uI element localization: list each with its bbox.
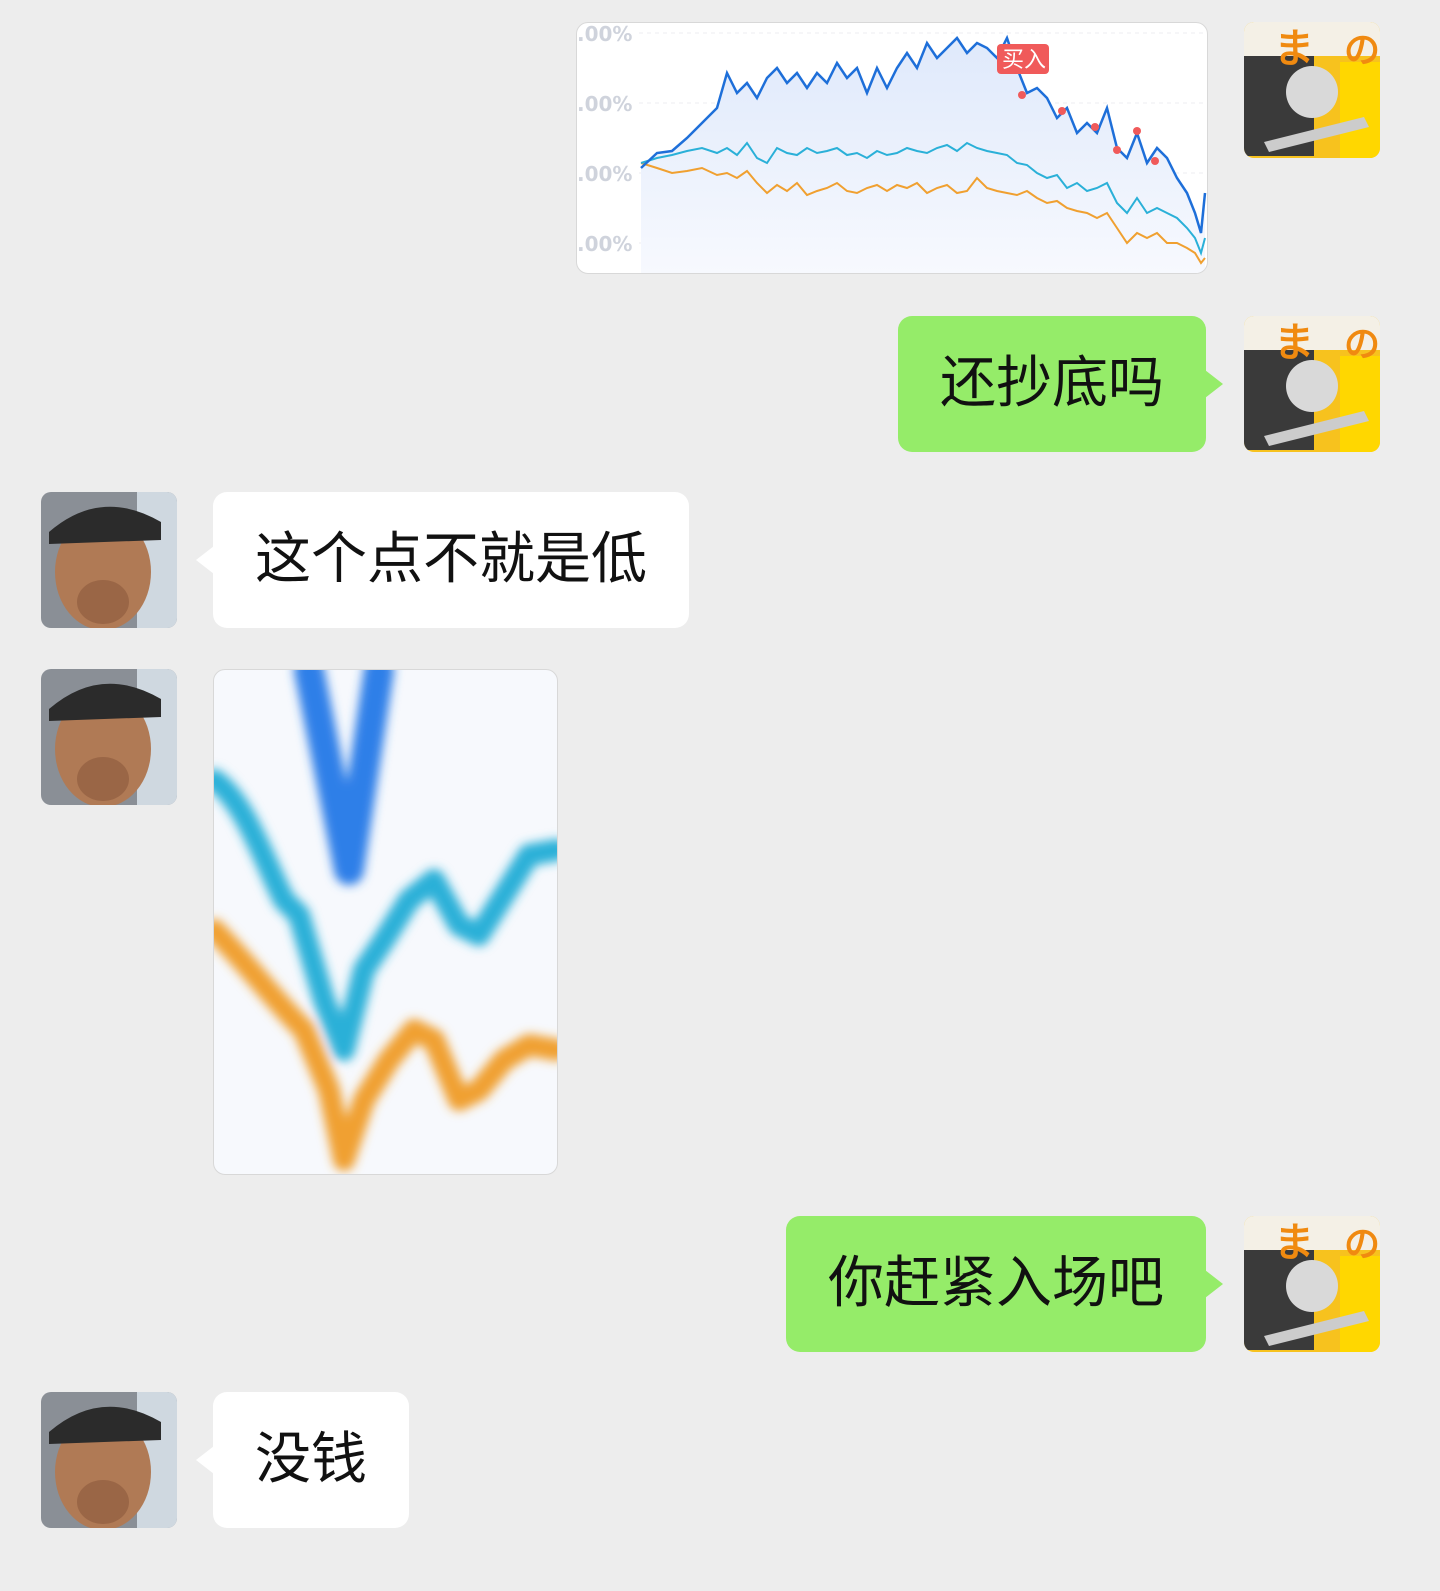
svg-text:ま: ま	[1274, 26, 1314, 72]
contact-avatar[interactable]	[41, 1392, 177, 1528]
person-photo-avatar-icon	[41, 669, 177, 805]
outgoing-message-bubble[interactable]: 你赶紧入场吧	[786, 1216, 1223, 1352]
svg-text:ま: ま	[1274, 320, 1314, 366]
cyan-line-zoom	[214, 769, 557, 1061]
y-tick-label: .00%	[577, 162, 632, 186]
svg-text:の: の	[1344, 30, 1380, 71]
incoming-message-bubble[interactable]: 这个点不就是低	[196, 492, 689, 628]
blue-area-fill	[641, 38, 1205, 273]
anime-avatar-icon: ま の	[1244, 316, 1380, 452]
chart-image-message[interactable]: .00% .00% .00% .00% 买入	[576, 22, 1208, 274]
zoomed-chart-image-message[interactable]	[213, 669, 558, 1175]
buy-tag-label: 买入	[1002, 48, 1046, 73]
incoming-message-bubble[interactable]: 没钱	[196, 1392, 409, 1528]
contact-avatar[interactable]	[41, 669, 177, 805]
person-photo-avatar-icon	[41, 492, 177, 628]
person-photo-avatar-icon	[41, 1392, 177, 1528]
self-avatar[interactable]: ま の	[1244, 1216, 1380, 1352]
self-avatar[interactable]: ま の	[1244, 316, 1380, 452]
blue-line-zoom	[294, 670, 394, 885]
anime-avatar-icon: ま の	[1244, 22, 1380, 158]
svg-text:ま: ま	[1274, 1220, 1314, 1266]
orange-line-zoom	[214, 919, 557, 1171]
svg-text:の: の	[1344, 1224, 1380, 1265]
y-tick-label: .00%	[577, 92, 632, 116]
y-tick-label: .00%	[577, 232, 632, 256]
self-avatar[interactable]: ま の	[1244, 22, 1380, 158]
outgoing-message-bubble[interactable]: 还抄底吗	[898, 316, 1223, 452]
contact-avatar[interactable]	[41, 492, 177, 628]
svg-text:の: の	[1344, 324, 1380, 365]
anime-avatar-icon: ま の	[1244, 1216, 1380, 1352]
y-tick-label: .00%	[577, 23, 632, 46]
